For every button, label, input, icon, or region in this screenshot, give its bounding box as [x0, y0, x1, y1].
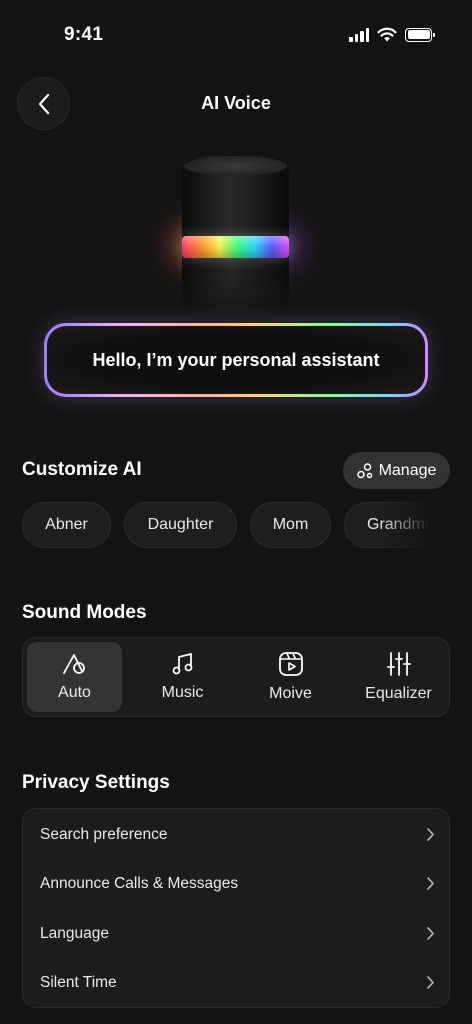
chip-mom[interactable]: Mom	[250, 502, 331, 548]
chevron-right-icon	[427, 877, 434, 890]
chevron-right-icon	[427, 976, 434, 989]
privacy-settings-list: Search preference Announce Calls & Messa…	[22, 808, 450, 1008]
row-language[interactable]: Language	[23, 909, 451, 958]
row-label: Silent Time	[40, 973, 117, 991]
mode-movie[interactable]: Moive	[243, 642, 338, 712]
mode-auto[interactable]: Auto	[27, 642, 122, 712]
row-search-preference[interactable]: Search preference	[23, 810, 451, 859]
chip-abner[interactable]: Abner	[22, 502, 111, 548]
movie-play-icon	[278, 652, 303, 676]
chip-grandma[interactable]: Grandma	[344, 502, 430, 548]
mode-music-label: Music	[161, 684, 204, 701]
manage-label: Manage	[378, 461, 437, 479]
mode-equalizer[interactable]: Equalizer	[351, 642, 446, 712]
auto-mode-icon	[62, 654, 85, 674]
chevron-right-icon	[427, 828, 434, 841]
row-silent-time[interactable]: Silent Time	[23, 958, 451, 1007]
row-label: Announce Calls & Messages	[40, 874, 239, 892]
sound-modes-selector: Auto Music Moive Equalizer	[22, 637, 450, 717]
manage-button[interactable]: Manage	[343, 452, 450, 489]
status-icons	[349, 27, 435, 42]
assistant-greeting-card: Hello, I’m your personal assistant	[44, 323, 428, 397]
speaker-light-ring	[182, 236, 289, 258]
row-label: Search preference	[40, 825, 168, 843]
status-bar: 9:41	[0, 0, 472, 70]
assistant-greeting-text: Hello, I’m your personal assistant	[47, 326, 425, 394]
row-label: Language	[40, 924, 109, 942]
smart-speaker-image	[172, 156, 299, 324]
mode-equalizer-label: Equalizer	[365, 685, 432, 702]
status-time: 9:41	[64, 24, 104, 45]
customize-ai-title: Customize AI	[22, 459, 142, 480]
chip-daughter[interactable]: Daughter	[124, 502, 237, 548]
manage-nodes-icon	[356, 462, 372, 478]
music-note-icon	[172, 653, 192, 675]
wifi-icon	[377, 27, 397, 42]
cellular-signal-icon	[349, 27, 369, 42]
mode-music[interactable]: Music	[135, 642, 230, 712]
chevron-right-icon	[427, 927, 434, 940]
sound-modes-title: Sound Modes	[22, 602, 147, 623]
battery-icon	[405, 27, 435, 42]
mode-movie-label: Moive	[269, 685, 312, 702]
row-announce-calls-messages[interactable]: Announce Calls & Messages	[23, 859, 451, 908]
page-title: AI Voice	[201, 93, 271, 113]
privacy-settings-title: Privacy Settings	[22, 772, 170, 793]
equalizer-sliders-icon	[386, 652, 411, 676]
voice-profile-chips: Abner Daughter Mom Grandma	[22, 502, 430, 548]
mode-auto-label: Auto	[58, 684, 91, 701]
